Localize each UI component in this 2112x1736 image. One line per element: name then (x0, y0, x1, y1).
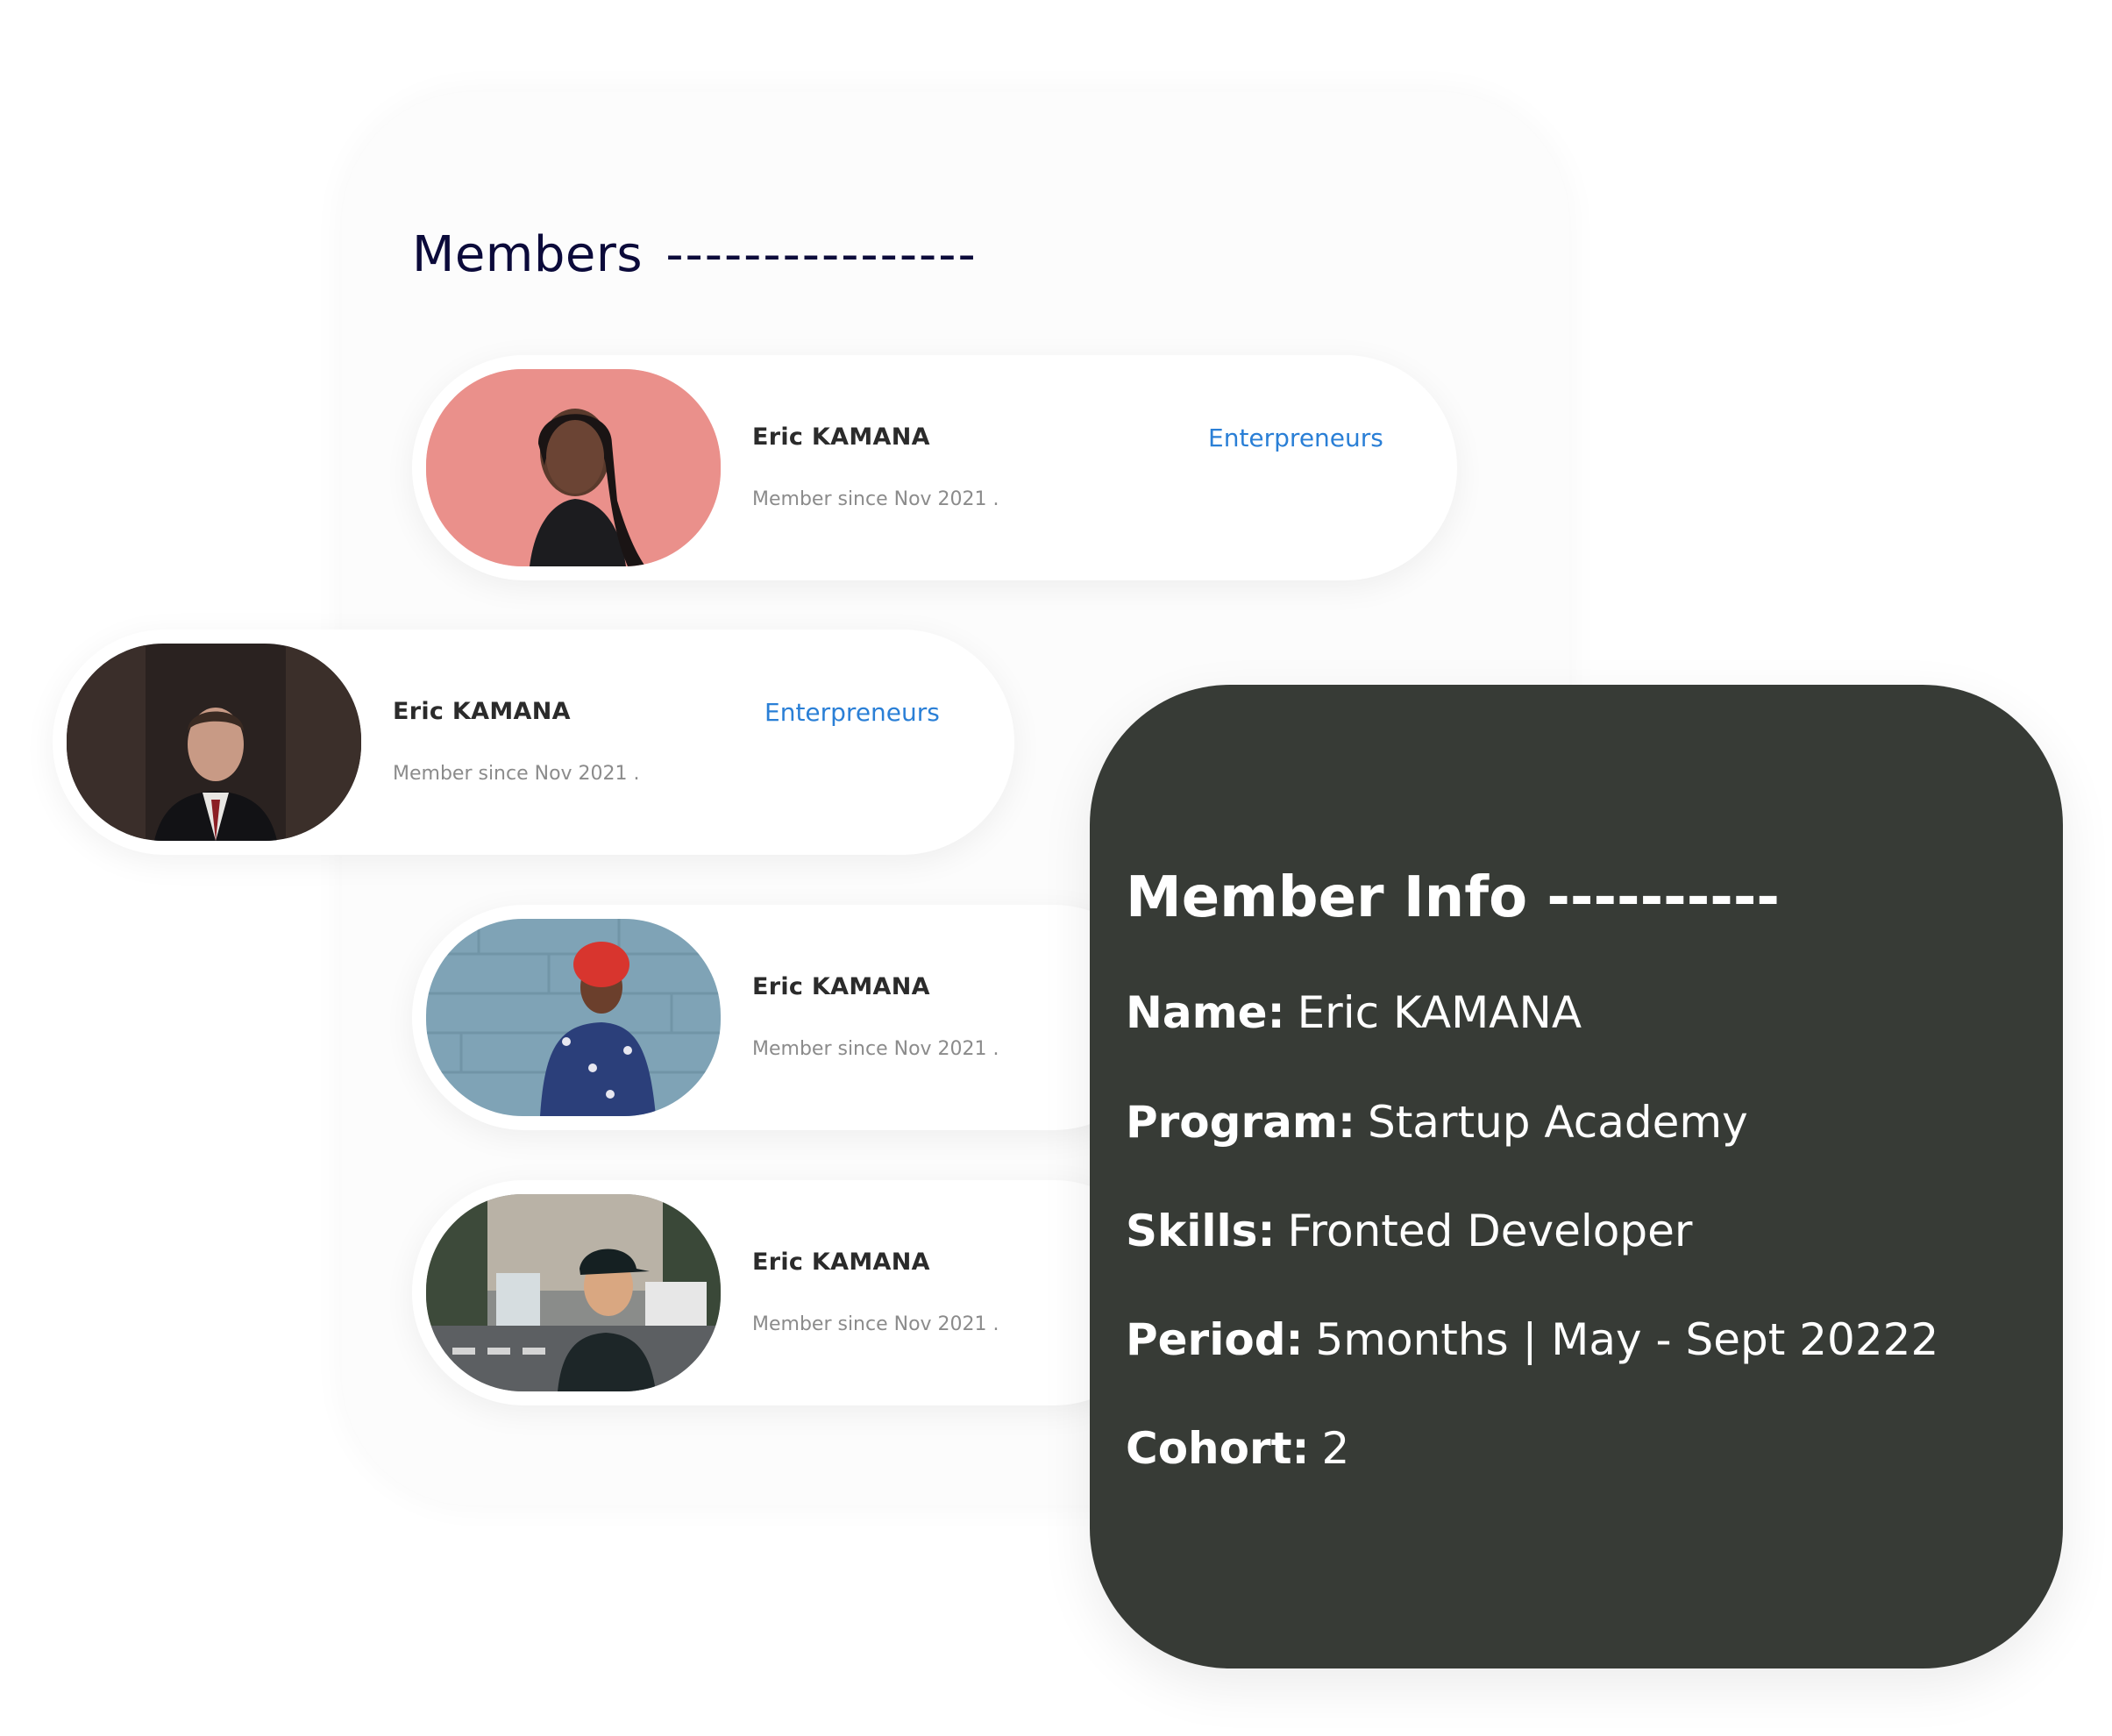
info-cohort-label: Cohort: (1126, 1423, 1310, 1474)
member-card[interactable]: Eric KAMANA Member since Nov 2021 . (412, 905, 1166, 1130)
member-since: Member since Nov 2021 . (752, 1313, 999, 1335)
info-cohort-value: 2 (1321, 1423, 1350, 1474)
member-name: Eric KAMANA (393, 698, 571, 725)
member-card[interactable]: Eric KAMANA Member since Nov 2021 . (412, 1180, 1166, 1405)
member-name: Eric KAMANA (752, 1249, 930, 1276)
member-since: Member since Nov 2021 . (752, 1038, 999, 1060)
info-period-value: 5months | May - Sept 20222 (1315, 1314, 1939, 1365)
member-name: Eric KAMANA (752, 973, 930, 1000)
member-card[interactable]: Eric KAMANA Member since Nov 2021 . Ente… (412, 355, 1457, 580)
info-row-program: Program: Startup Academy (1126, 1097, 1748, 1148)
info-program-label: Program: (1126, 1097, 1355, 1148)
member-avatar (426, 1194, 721, 1391)
info-skills-value: Fronted Developer (1287, 1206, 1693, 1256)
member-avatar (426, 919, 721, 1116)
avatar-photo-image (426, 369, 721, 566)
members-title-dashes: ---------------- (665, 226, 978, 283)
info-name-label: Name: (1126, 987, 1285, 1038)
info-row-skills: Skills: Fronted Developer (1126, 1206, 1692, 1256)
member-since: Member since Nov 2021 . (393, 763, 640, 785)
member-name: Eric KAMANA (752, 423, 930, 451)
member-avatar (67, 644, 361, 841)
avatar-photo-image (426, 919, 721, 1116)
member-since: Member since Nov 2021 . (752, 488, 999, 510)
info-row-period: Period: 5months | May - Sept 20222 (1126, 1314, 1938, 1365)
member-info-title: Member Info ---------- (1126, 865, 1780, 930)
info-period-label: Period: (1126, 1314, 1304, 1365)
info-program-value: Startup Academy (1367, 1097, 1748, 1148)
members-title-text: Members (412, 226, 644, 283)
member-card[interactable]: Eric KAMANA Member since Nov 2021 . Ente… (53, 630, 1014, 855)
info-row-name: Name: Eric KAMANA (1126, 987, 1582, 1038)
member-info-title-text: Member Info (1126, 865, 1528, 930)
member-program-link[interactable]: Enterpreneurs (1208, 423, 1383, 452)
members-title: Members ---------------- (412, 226, 978, 283)
member-program-link[interactable]: Enterpreneurs (764, 698, 940, 727)
stage: Members ---------------- Eric KAMANA Mem… (0, 0, 2112, 1736)
member-info-panel: Member Info ---------- Name: Eric KAMANA … (1090, 685, 2063, 1668)
avatar-photo-image (67, 644, 361, 841)
avatar-photo-image (426, 1194, 721, 1391)
info-skills-label: Skills: (1126, 1206, 1276, 1256)
member-avatar (426, 369, 721, 566)
info-name-value: Eric KAMANA (1297, 987, 1582, 1038)
member-info-title-dashes: ---------- (1547, 865, 1780, 930)
info-row-cohort: Cohort: 2 (1126, 1423, 1349, 1474)
